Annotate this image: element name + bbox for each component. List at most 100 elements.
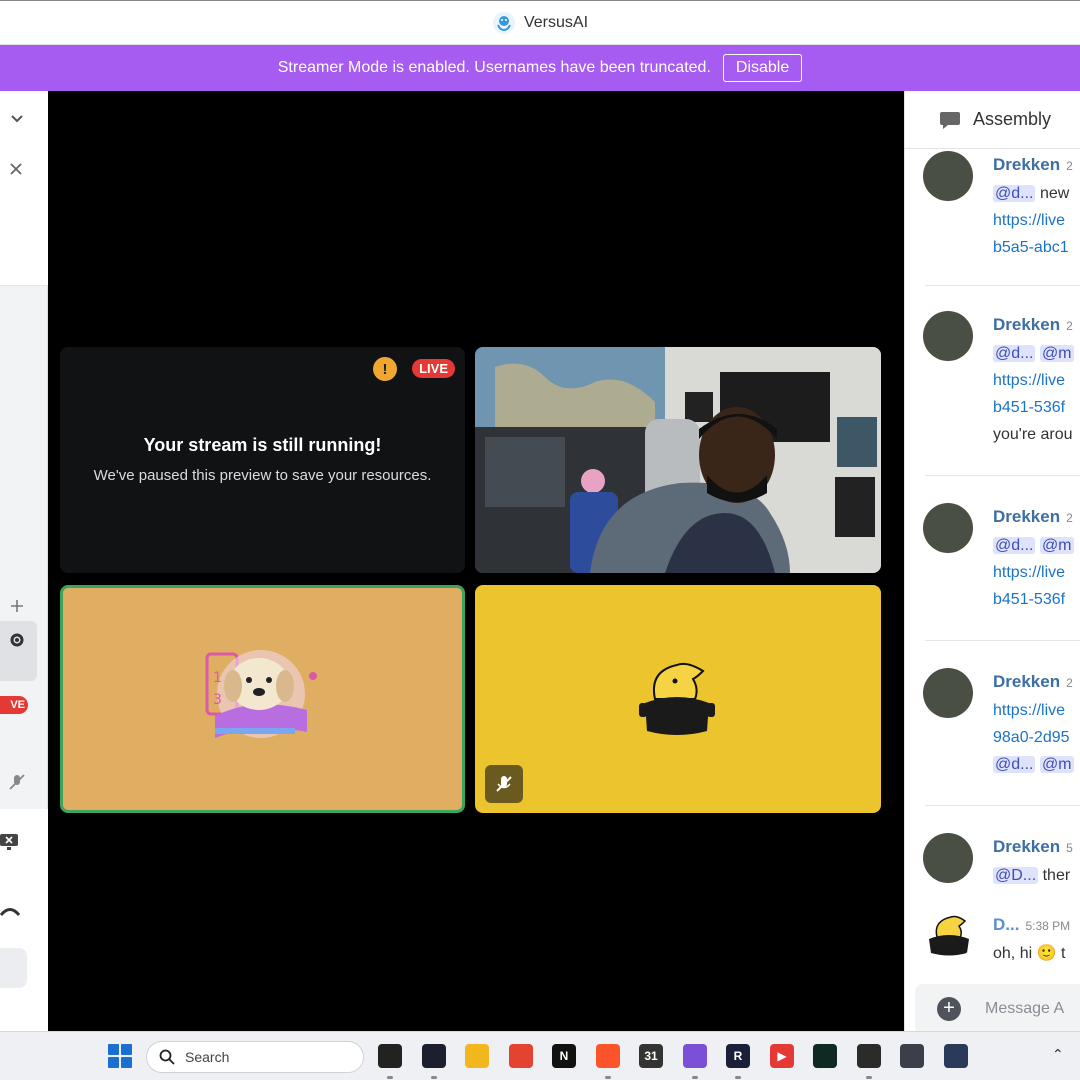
message-author[interactable]: Drekken [993,155,1060,174]
windows-start-icon[interactable] [108,1044,132,1068]
taskbar-app-chatgpt-icon[interactable] [378,1044,402,1068]
message-author[interactable]: Drekken [993,507,1060,526]
avatar[interactable] [923,311,973,361]
message-time: 2 [1066,159,1073,173]
svg-text:3: 3 [213,692,222,708]
chevron-down-icon[interactable] [10,111,24,125]
taskbar-app-versusai-icon[interactable] [422,1044,446,1068]
stream-paused-tile[interactable]: ! LIVE Your stream is still running! We'… [60,347,465,573]
avatar[interactable] [923,151,973,201]
user-mention[interactable]: @m [1039,537,1074,554]
taskbar-running-indicator [387,1076,393,1079]
disconnect-call-icon[interactable] [0,906,20,918]
user-mention[interactable]: @d... [993,345,1036,362]
bird-avatar-icon [929,915,969,956]
message-link[interactable]: b451-536f [993,394,1080,421]
taskbar-app-youtube-music-icon[interactable]: ▶ [770,1044,794,1068]
sidebar-live-badge: VE [0,696,28,714]
chat-header: Assembly [905,91,1080,149]
user-mention[interactable]: @m [1039,345,1074,362]
chat-bubble-icon [940,111,960,129]
avatar[interactable] [923,668,973,718]
user-mention[interactable]: @d... [993,185,1036,202]
taskbar-search[interactable]: Search [146,1041,364,1073]
taskbar-search-placeholder: Search [185,1049,230,1065]
sidebar-input-stub[interactable] [0,948,27,988]
message-text: oh, hi [993,945,1033,962]
taskbar-app-obs-icon[interactable] [857,1044,881,1068]
taskbar-running-indicator [866,1076,872,1079]
streamer-mode-banner: Streamer Mode is enabled. Usernames have… [0,45,1080,91]
warning-icon[interactable]: ! [373,357,397,381]
avatar[interactable] [923,833,973,883]
search-icon [159,1049,175,1065]
user-mention[interactable]: @m [1039,756,1074,773]
sidebar-voice-channel-active[interactable] [0,621,37,681]
message-divider [925,285,1080,286]
message-link[interactable]: b5a5-abc1 [993,234,1080,261]
dog-avatar-icon: 1 3 [205,650,317,738]
taskbar-running-indicator [605,1076,611,1079]
versusai-logo-icon [492,11,515,34]
taskbar-running-indicator [692,1076,698,1079]
message-text: t [1060,945,1066,962]
message-composer[interactable]: + Message A [915,984,1080,1031]
message-input[interactable]: Message A [985,1000,1064,1018]
taskbar-app-obsidian-icon[interactable] [683,1044,707,1068]
message-time: 5:38 PM [1025,919,1071,933]
taskbar-app-calendar-icon[interactable]: 31 [639,1044,663,1068]
taskbar-app-brave-icon[interactable] [596,1044,620,1068]
stream-paused-subtitle: We've paused this preview to save your r… [93,467,432,484]
message-divider [925,805,1080,806]
taskbar-app-notion-icon[interactable]: N [552,1044,576,1068]
message-text: you're arou [993,426,1073,443]
taskbar-app-terminal-app-icon[interactable] [813,1044,837,1068]
left-sidebar: VE [0,91,48,1031]
mic-muted-icon[interactable] [8,773,26,791]
screen-share-stop-icon[interactable] [0,833,20,851]
message-link[interactable]: https://live [993,697,1080,724]
streamer-mode-message: Streamer Mode is enabled. Usernames have… [277,59,711,76]
gear-icon[interactable] [8,631,26,649]
taskbar-app-r-app-icon[interactable]: R [726,1044,750,1068]
plus-icon[interactable] [10,599,24,613]
taskbar-app-todoist-icon[interactable] [509,1044,533,1068]
message-author[interactable]: Drekken [993,315,1060,334]
participant-tile-dog-avatar[interactable]: 1 3 [60,585,465,813]
webcam-video-feed [475,347,881,573]
taskbar-app-calculator-icon[interactable] [900,1044,924,1068]
disable-streamer-mode-button[interactable]: Disable [722,54,803,82]
windows-taskbar: Search N 31 R ▶ ⌃ [0,1031,1080,1080]
avatar[interactable] [923,911,973,961]
message-link[interactable]: https://live [993,559,1080,586]
avatar[interactable] [923,503,973,553]
window-title: VersusAI [523,13,589,31]
message-text: ther [1042,867,1071,884]
webcam-video-tile[interactable] [475,347,881,573]
video-stage: ! LIVE Your stream is still running! We'… [48,91,892,1031]
taskbar-app-photo-app-icon[interactable] [944,1044,968,1068]
message-divider [925,640,1080,641]
message-link[interactable]: 98a0-2d95 [993,724,1080,751]
add-attachment-icon[interactable]: + [937,997,961,1021]
mic-muted-icon [496,776,512,792]
message-author[interactable]: D... [993,915,1019,934]
chevron-up-icon[interactable]: ⌃ [1052,1046,1064,1063]
svg-text:1: 1 [213,670,222,686]
user-mention[interactable]: @d... [993,537,1036,554]
message-time: 2 [1066,511,1073,525]
message-link[interactable]: b451-536f [993,586,1080,613]
user-mention[interactable]: @D... [993,867,1039,884]
participant-tile-bird-avatar[interactable] [475,585,881,813]
close-icon[interactable] [10,163,22,175]
chat-panel: Assembly Drekken 2 @d... new https://live… [904,91,1080,1031]
taskbar-app-file-explorer-icon[interactable] [465,1044,489,1068]
message-link[interactable]: https://live [993,367,1080,394]
taskbar-running-indicator [735,1076,741,1079]
sidebar-top-panel [0,91,48,286]
user-mention[interactable]: @d... [993,756,1036,773]
message-link[interactable]: https://live [993,207,1080,234]
message-author[interactable]: Drekken [993,672,1060,691]
bird-avatar-icon [639,662,715,735]
message-author[interactable]: Drekken [993,837,1060,856]
